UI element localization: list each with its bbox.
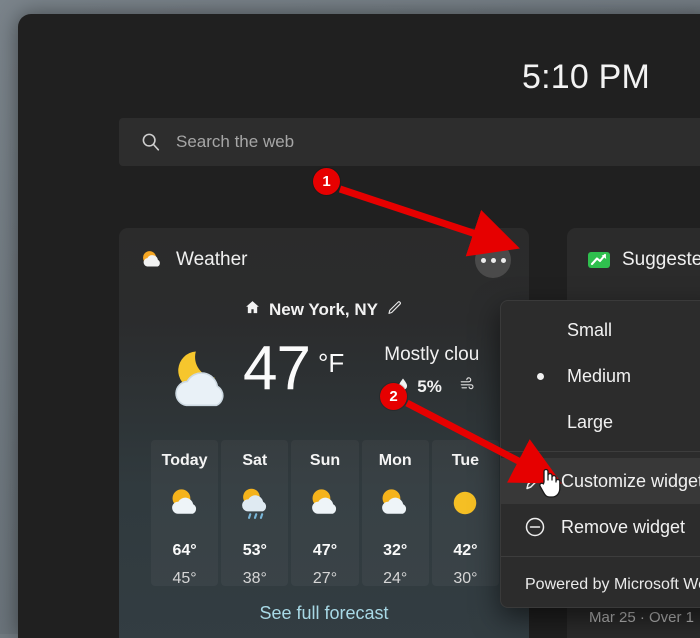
search-icon [140,131,162,153]
forecast-day-name: Today [161,452,208,469]
forecast-day-name: Sat [242,452,268,469]
temperature-unit: °F [317,348,345,378]
menu-item-label: Small [567,319,613,340]
menu-item-label: Remove widget [561,516,686,537]
weather-widget-header: Weather [119,228,529,292]
suggested-widget-header: Suggested f [567,228,700,292]
search-placeholder: Search the web [176,132,295,151]
menu-item-label: Large [567,411,614,432]
condition-text: Mostly clou [384,344,480,365]
forecast-day[interactable]: Mon 32° 24° [361,440,429,587]
forecast-high: 53° [242,542,267,559]
screenshot-root: 5:10 PM Search the web Suggeste Mar 25 ·… [0,0,700,638]
forecast-day-name: Tue [451,452,480,469]
suggested-widget-title: Suggested f [622,249,700,270]
menu-separator [501,451,700,452]
forecast-day[interactable]: Tue 42° 30° [431,440,500,587]
weather-widget-card[interactable]: Weather New York, NY 47 °F Mostly clou 5… [119,228,529,638]
menu-item-small[interactable]: Small [501,307,700,353]
sun-behind-cloud-icon [306,484,344,522]
home-icon [244,299,261,321]
forecast-low: 27° [312,570,338,587]
forecast-low: 38° [242,570,267,587]
weather-location-row[interactable]: New York, NY [119,292,529,328]
menu-item-large[interactable]: Large [501,399,700,445]
annotation-badge-1: 1 [313,168,340,195]
forecast-high: 42° [453,542,478,559]
more-options-button[interactable] [475,242,511,278]
forecast-day[interactable]: Today 64° 45° [151,440,219,587]
wind-icon [458,375,478,398]
sun-icon [446,484,484,522]
forecast-day[interactable]: Sat 53° 38° [221,440,289,587]
forecast-high: 64° [172,542,197,559]
sun-behind-cloud-icon [376,484,414,522]
annotation-badge-2: 2 [380,383,407,410]
trending-up-icon [587,248,611,272]
sun-behind-rain-cloud-icon [236,484,274,522]
pencil-icon[interactable] [386,299,404,322]
widget-context-menu: Small Medium Large Customize widget Remo… [500,300,700,608]
forecast-strip: Today 64° 45° Sat 53° 38° Sun 47° 27° Mo… [151,440,500,587]
menu-footer-attribution: Powered by Microsoft Wea [525,576,700,593]
customize-widget-menu-item[interactable]: Customize widget [501,458,700,504]
forecast-day-name: Mon [378,452,412,469]
sun-behind-cloud-icon [166,484,204,522]
selected-bullet-icon [537,372,544,380]
precipitation-value: 5% [417,376,442,396]
current-temperature: 47 [243,334,311,403]
forecast-day-name: Sun [309,452,341,469]
current-conditions-row: 47 °F Mostly clou 5% [119,336,529,422]
forecast-low: 30° [453,570,478,587]
weather-widget-title: Weather [176,249,248,270]
menu-separator [501,556,700,557]
suggested-widget-footer: Mar 25 · Over 1 [589,609,695,626]
weather-location-name: New York, NY [269,300,378,319]
moon-behind-cloud-icon [161,342,237,418]
menu-item-label: Customize widget [561,470,700,491]
forecast-low: 45° [172,570,197,587]
widgets-board: 5:10 PM Search the web Suggeste Mar 25 ·… [18,14,700,638]
mouse-cursor-hand-icon [536,466,562,498]
see-full-forecast-link[interactable]: See full forecast [119,603,529,624]
forecast-high: 47° [312,542,338,559]
sun-behind-cloud-icon [139,247,165,273]
menu-item-medium[interactable]: Medium [501,353,700,399]
minus-circle-icon [523,515,547,539]
menu-item-label: Medium [567,365,632,386]
forecast-low: 24° [383,570,408,587]
forecast-high: 32° [383,542,408,559]
search-input[interactable]: Search the web [119,118,700,166]
remove-widget-menu-item[interactable]: Remove widget [501,504,700,550]
clock: 5:10 PM [521,58,650,96]
forecast-day[interactable]: Sun 47° 27° [291,440,359,587]
